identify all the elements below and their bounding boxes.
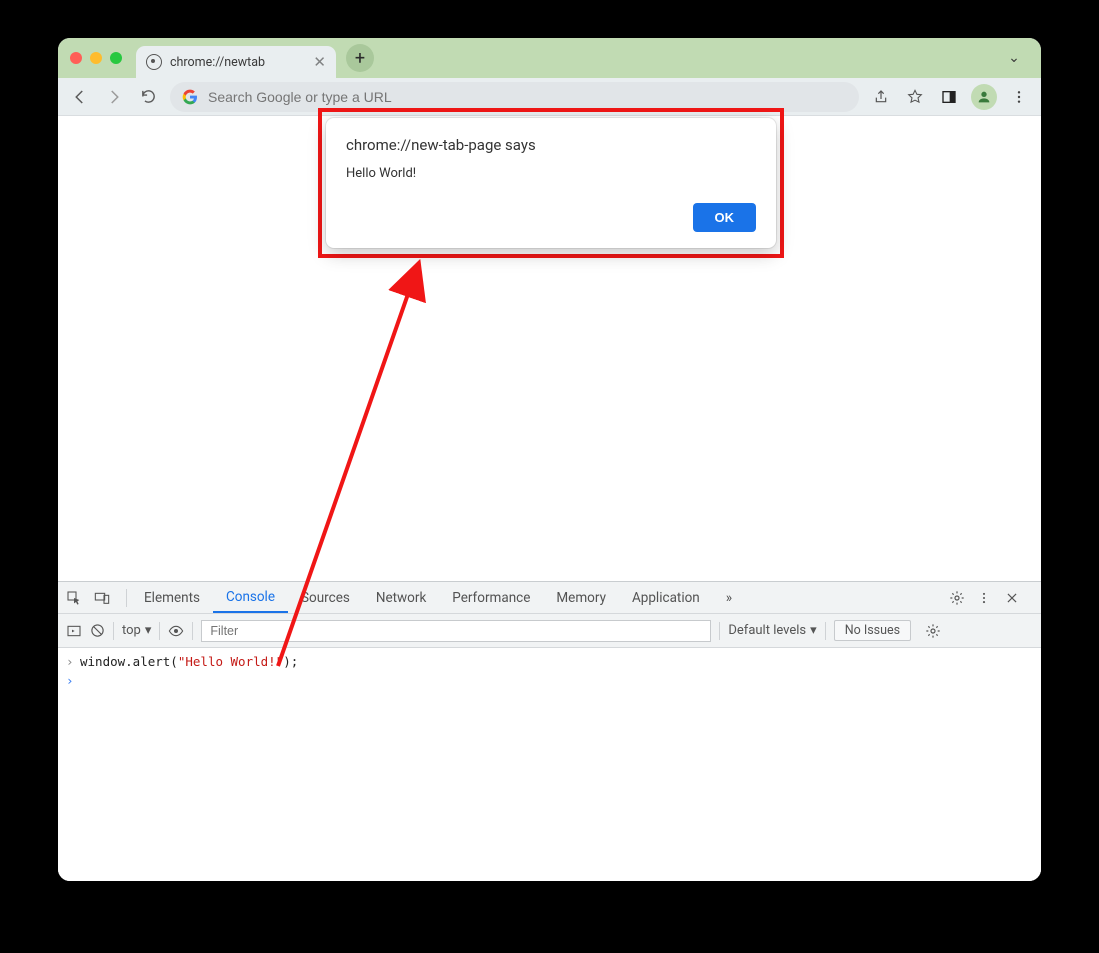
address-bar[interactable]	[170, 82, 859, 112]
console-prompt[interactable]: ›	[58, 671, 1041, 690]
chrome-menu-button[interactable]	[1007, 85, 1031, 109]
console-sidebar-toggle[interactable]	[66, 623, 82, 639]
devtools-tabs-overflow[interactable]: »	[713, 582, 745, 613]
tab-title: chrome://newtab	[170, 55, 265, 70]
chevron-down-icon: ▾	[145, 623, 152, 638]
console-code: window.alert("Hello World!");	[80, 654, 298, 669]
tabs-dropdown-button[interactable]: ⌄	[999, 50, 1029, 66]
console-body[interactable]: › window.alert("Hello World!"); ›	[58, 648, 1041, 881]
devtools-tab-sources[interactable]: Sources	[288, 582, 363, 613]
code-string: "Hello World!"	[178, 654, 283, 669]
browser-window: chrome://newtab ✕ + ⌄	[58, 38, 1041, 881]
profile-button[interactable]	[971, 84, 997, 110]
devtools-tab-performance[interactable]: Performance	[439, 582, 543, 613]
minimize-window-button[interactable]	[90, 52, 102, 64]
console-toolbar: top ▾ Default levels ▾ No Issues	[58, 614, 1041, 648]
dialog-ok-button[interactable]: OK	[693, 203, 757, 232]
code-suffix: );	[283, 654, 298, 669]
clear-console-button[interactable]	[90, 623, 105, 638]
page-content: chrome://new-tab-page says Hello World! …	[58, 116, 1041, 581]
new-tab-button[interactable]: +	[346, 44, 374, 72]
close-window-button[interactable]	[70, 52, 82, 64]
side-panel-button[interactable]	[937, 85, 961, 109]
console-settings-button[interactable]	[925, 623, 941, 639]
devtools-menu-button[interactable]	[977, 591, 1005, 605]
devtools-tab-application[interactable]: Application	[619, 582, 713, 613]
log-levels-selector[interactable]: Default levels ▾	[728, 623, 816, 638]
log-levels-label: Default levels	[728, 623, 806, 638]
console-prompt-caret-icon: ›	[66, 673, 80, 688]
forward-button[interactable]	[102, 85, 126, 109]
devtools-tab-console[interactable]: Console	[213, 582, 288, 613]
maximize-window-button[interactable]	[110, 52, 122, 64]
google-icon	[182, 89, 198, 105]
back-button[interactable]	[68, 85, 92, 109]
share-button[interactable]	[869, 85, 893, 109]
devtools-close-button[interactable]	[1005, 591, 1033, 605]
console-entry: › window.alert("Hello World!");	[58, 652, 1041, 671]
devtools-tab-network[interactable]: Network	[363, 582, 439, 613]
javascript-alert-dialog: chrome://new-tab-page says Hello World! …	[326, 118, 776, 248]
devtools-tab-elements[interactable]: Elements	[131, 582, 213, 613]
devtools-settings-button[interactable]	[949, 590, 977, 606]
browser-tab[interactable]: chrome://newtab ✕	[136, 46, 336, 78]
live-expression-button[interactable]	[168, 623, 184, 639]
dialog-message: Hello World!	[346, 166, 756, 181]
bookmark-button[interactable]	[903, 85, 927, 109]
issues-button[interactable]: No Issues	[834, 620, 911, 641]
code-fn: window.alert(	[80, 654, 178, 669]
reload-button[interactable]	[136, 85, 160, 109]
context-label: top	[122, 623, 141, 638]
devtools-tabs: Elements Console Sources Network Perform…	[58, 582, 1041, 614]
console-filter-input[interactable]	[201, 620, 711, 642]
devtools-tab-memory[interactable]: Memory	[543, 582, 619, 613]
tab-favicon	[146, 54, 162, 70]
console-input-caret-icon: ›	[66, 654, 80, 669]
address-input[interactable]	[208, 89, 847, 105]
device-toolbar-button[interactable]	[94, 590, 122, 606]
context-selector[interactable]: top ▾	[122, 623, 151, 638]
window-controls	[70, 52, 122, 64]
devtools-panel: Elements Console Sources Network Perform…	[58, 581, 1041, 881]
chevron-down-icon: ▾	[810, 623, 817, 638]
inspect-element-button[interactable]	[66, 590, 94, 606]
tab-strip: chrome://newtab ✕ + ⌄	[58, 38, 1041, 78]
dialog-title: chrome://new-tab-page says	[346, 136, 756, 154]
close-tab-button[interactable]: ✕	[313, 53, 326, 71]
